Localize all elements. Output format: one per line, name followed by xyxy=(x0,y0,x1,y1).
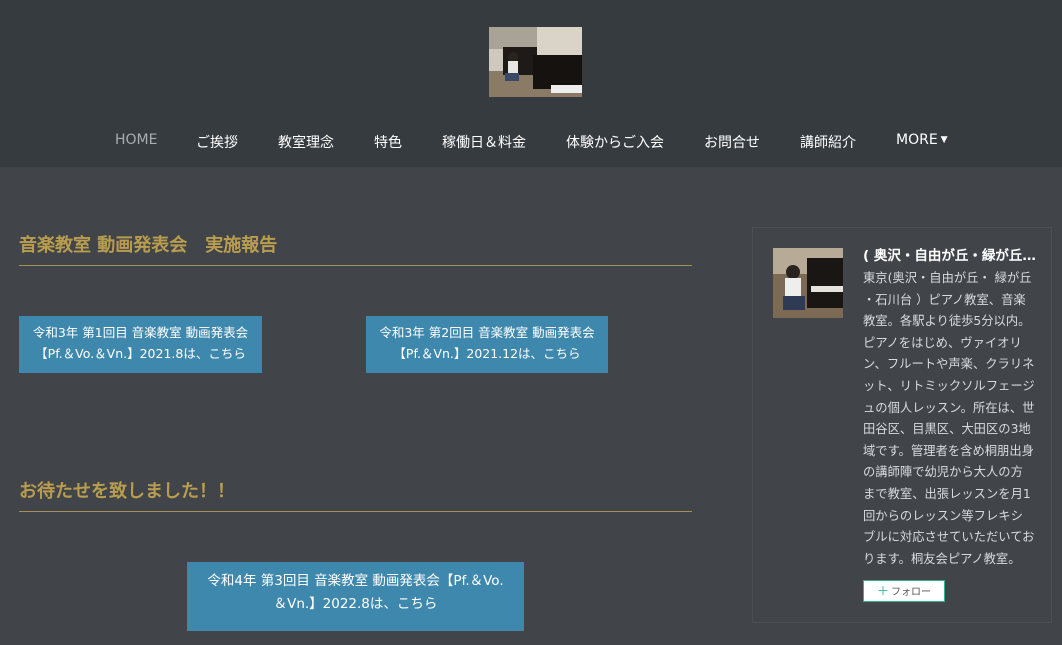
button-line: 【Pf.＆Vo.＆Vn.】2021.8は、こちら xyxy=(35,346,246,361)
profile-sidebar: ( 奥沢・自由が丘・緑が丘・石川台 ) 桐友会ピアノ教室 東京(奥沢・自由が丘・… xyxy=(752,227,1052,623)
follow-button[interactable]: ＋フォロー xyxy=(863,580,945,602)
nav-home[interactable]: HOME xyxy=(115,132,157,148)
button-line: 【Pf.＆Vn.】2021.12は、こちら xyxy=(393,346,581,361)
recital-2022-8-button[interactable]: 令和4年 第3回目 音楽教室 動画発表会【Pf.＆Vo. ＆Vn.】2022.8… xyxy=(187,562,524,631)
button-line: 令和3年 第1回目 音楽教室 動画発表会 xyxy=(32,325,249,340)
button-line: 令和4年 第3回目 音楽教室 動画発表会【Pf.＆Vo. xyxy=(207,573,504,589)
button-line: 令和3年 第2回目 音楽教室 動画発表会 xyxy=(379,325,595,340)
site-header: HOME ご挨拶 教室理念 特色 稼働日＆料金 体験からご入会 お問合せ 講師紹… xyxy=(0,0,1062,167)
section-title-announcement: お待たせを致しました！！ xyxy=(19,481,235,502)
nav-more[interactable]: MORE ▼ xyxy=(896,132,948,148)
section-divider xyxy=(19,265,692,266)
nav-instructors[interactable]: 講師紹介 xyxy=(800,132,856,152)
recital-2021-8-button[interactable]: 令和3年 第1回目 音楽教室 動画発表会 【Pf.＆Vo.＆Vn.】2021.8… xyxy=(19,316,262,373)
nav-greeting[interactable]: ご挨拶 xyxy=(196,132,238,152)
profile-avatar[interactable] xyxy=(773,248,843,318)
nav-schedule-fees[interactable]: 稼働日＆料金 xyxy=(442,132,526,152)
site-logo-photo[interactable] xyxy=(489,27,582,97)
button-line: ＆Vn.】2022.8は、こちら xyxy=(273,596,438,612)
nav-philosophy[interactable]: 教室理念 xyxy=(278,132,334,152)
main-navigation: HOME ご挨拶 教室理念 特色 稼働日＆料金 体験からご入会 お問合せ 講師紹… xyxy=(0,120,1062,164)
nav-features[interactable]: 特色 xyxy=(374,132,402,152)
profile-name[interactable]: ( 奥沢・自由が丘・緑が丘・石川台 ) 桐友会ピアノ教室 xyxy=(863,244,1043,264)
recital-2021-12-button[interactable]: 令和3年 第2回目 音楽教室 動画発表会 【Pf.＆Vn.】2021.12は、こ… xyxy=(366,316,608,373)
plus-icon: ＋ xyxy=(876,584,889,598)
follow-label: フォロー xyxy=(891,587,931,598)
nav-contact[interactable]: お問合せ xyxy=(704,132,760,152)
section-divider xyxy=(19,511,692,512)
nav-more-label: MORE xyxy=(896,132,938,148)
section-title-recital-report: 音楽教室 動画発表会 実施報告 xyxy=(19,235,278,256)
nav-trial-enrollment[interactable]: 体験からご入会 xyxy=(566,132,664,152)
profile-description: 東京(奥沢・自由が丘・ 緑が丘 ・石川台 ）ピアノ教室、音楽教室。各駅より徒歩5… xyxy=(863,271,1035,566)
caret-down-icon: ▼ xyxy=(940,135,948,145)
